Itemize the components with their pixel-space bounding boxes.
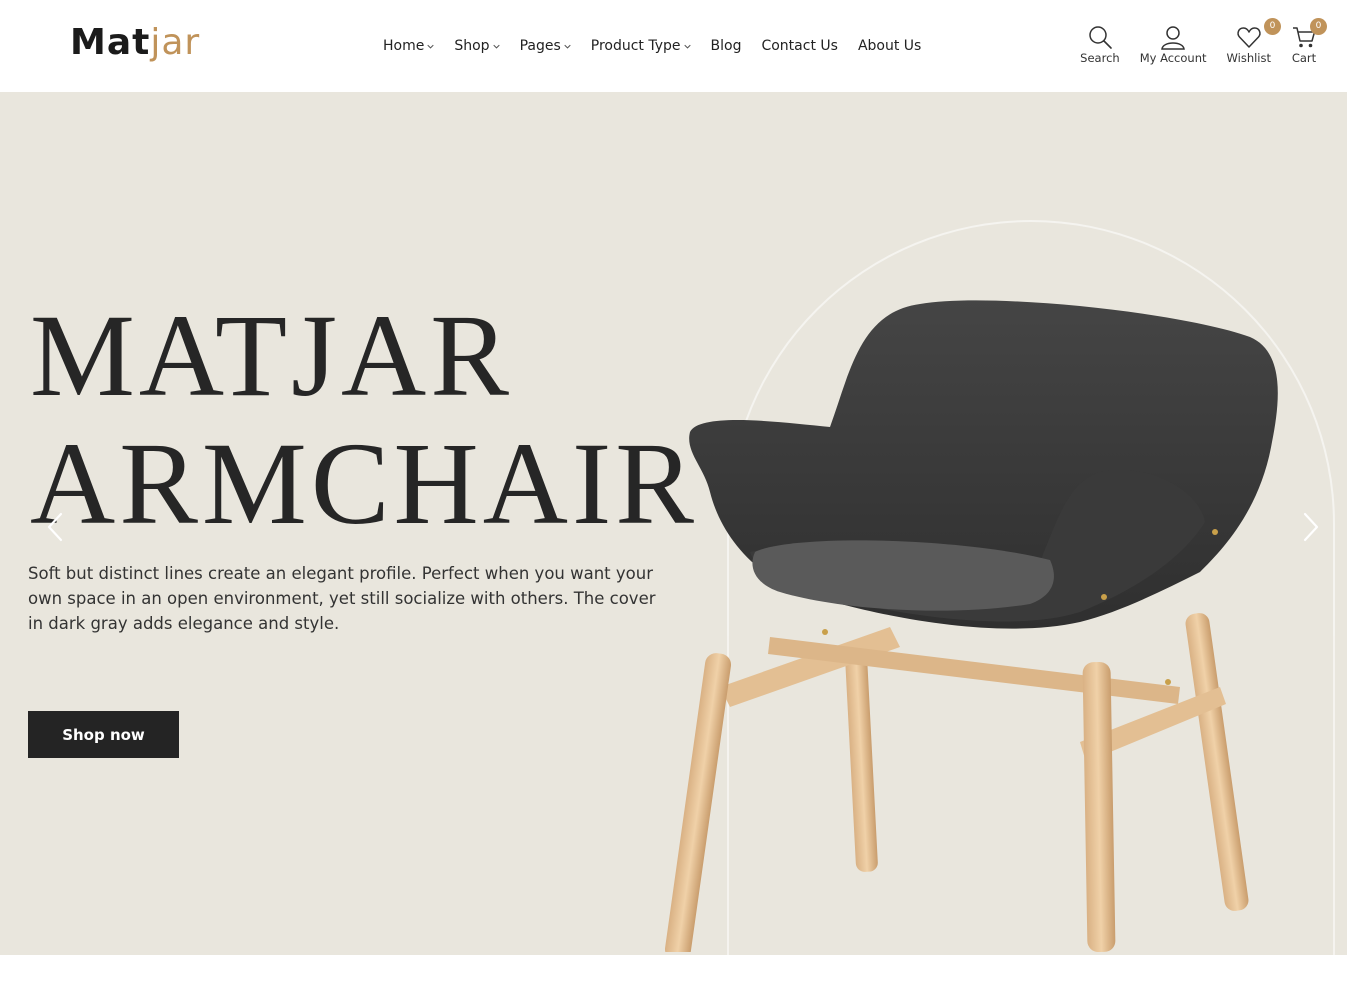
heart-icon: [1237, 27, 1261, 48]
cart-button[interactable]: 0 Cart: [1291, 18, 1327, 65]
site-logo[interactable]: Matjar: [70, 18, 200, 68]
cart-label: Cart: [1291, 51, 1317, 65]
site-header: Matjar Home Shop Pages Product Type Blog…: [0, 0, 1347, 92]
hero-description: Soft but distinct lines create an elegan…: [28, 564, 656, 633]
chevron-left-icon: [47, 512, 63, 542]
chevron-down-icon: [492, 44, 500, 49]
nav-item-label: Pages: [519, 38, 561, 54]
search-icon: [1089, 26, 1112, 49]
header-actions: Search My Account 0 Wishlist 0 Cart: [1080, 18, 1327, 65]
my-account-button[interactable]: My Account: [1140, 24, 1207, 65]
wishlist-label: Wishlist: [1226, 51, 1271, 65]
nav-item-label: About Us: [857, 38, 922, 54]
nav-item-label: Blog: [710, 38, 742, 54]
nav-item-shop[interactable]: Shop: [454, 38, 500, 54]
logo-text-accent: jar: [150, 22, 201, 63]
nav-item-about-us[interactable]: About Us: [858, 38, 921, 54]
hero-title-line-1: MATJAR: [30, 290, 513, 421]
wishlist-count-badge: 0: [1264, 18, 1281, 35]
hero-title-line-2: ARMCHAIR: [30, 418, 698, 549]
logo-text-dark: Mat: [70, 22, 151, 63]
cart-count-badge: 0: [1310, 18, 1327, 35]
armchair-product-image: [664, 300, 1278, 952]
search-label: Search: [1080, 51, 1120, 65]
nav-item-label: Home: [383, 38, 425, 54]
nav-item-label: Contact Us: [761, 38, 838, 54]
section-divider: [0, 955, 1347, 988]
hero-title: MATJAR ARMCHAIR: [30, 292, 698, 548]
user-icon: [1161, 26, 1185, 50]
search-button[interactable]: Search: [1080, 24, 1120, 65]
chevron-down-icon: [683, 44, 691, 49]
main-nav: Home Shop Pages Product Type Blog Contac…: [383, 34, 921, 58]
chevron-right-icon: [1303, 512, 1319, 542]
wishlist-button[interactable]: 0 Wishlist: [1226, 18, 1281, 65]
chevron-down-icon: [564, 44, 571, 49]
slider-next-button[interactable]: [1296, 507, 1326, 547]
slider-prev-button[interactable]: [40, 507, 70, 547]
nav-item-pages[interactable]: Pages: [520, 38, 571, 54]
nav-item-home[interactable]: Home: [383, 38, 434, 54]
nav-item-product-type[interactable]: Product Type: [591, 38, 691, 54]
nav-item-label: Shop: [454, 38, 490, 54]
nav-item-blog[interactable]: Blog: [711, 38, 742, 54]
shop-now-button[interactable]: Shop now: [28, 711, 179, 758]
chevron-down-icon: [427, 44, 434, 49]
nav-item-label: Product Type: [590, 38, 681, 54]
my-account-label: My Account: [1139, 51, 1207, 65]
hero-slider: MATJAR ARMCHAIR Soft but distinct lines …: [0, 92, 1347, 955]
nav-item-contact-us[interactable]: Contact Us: [761, 38, 837, 54]
